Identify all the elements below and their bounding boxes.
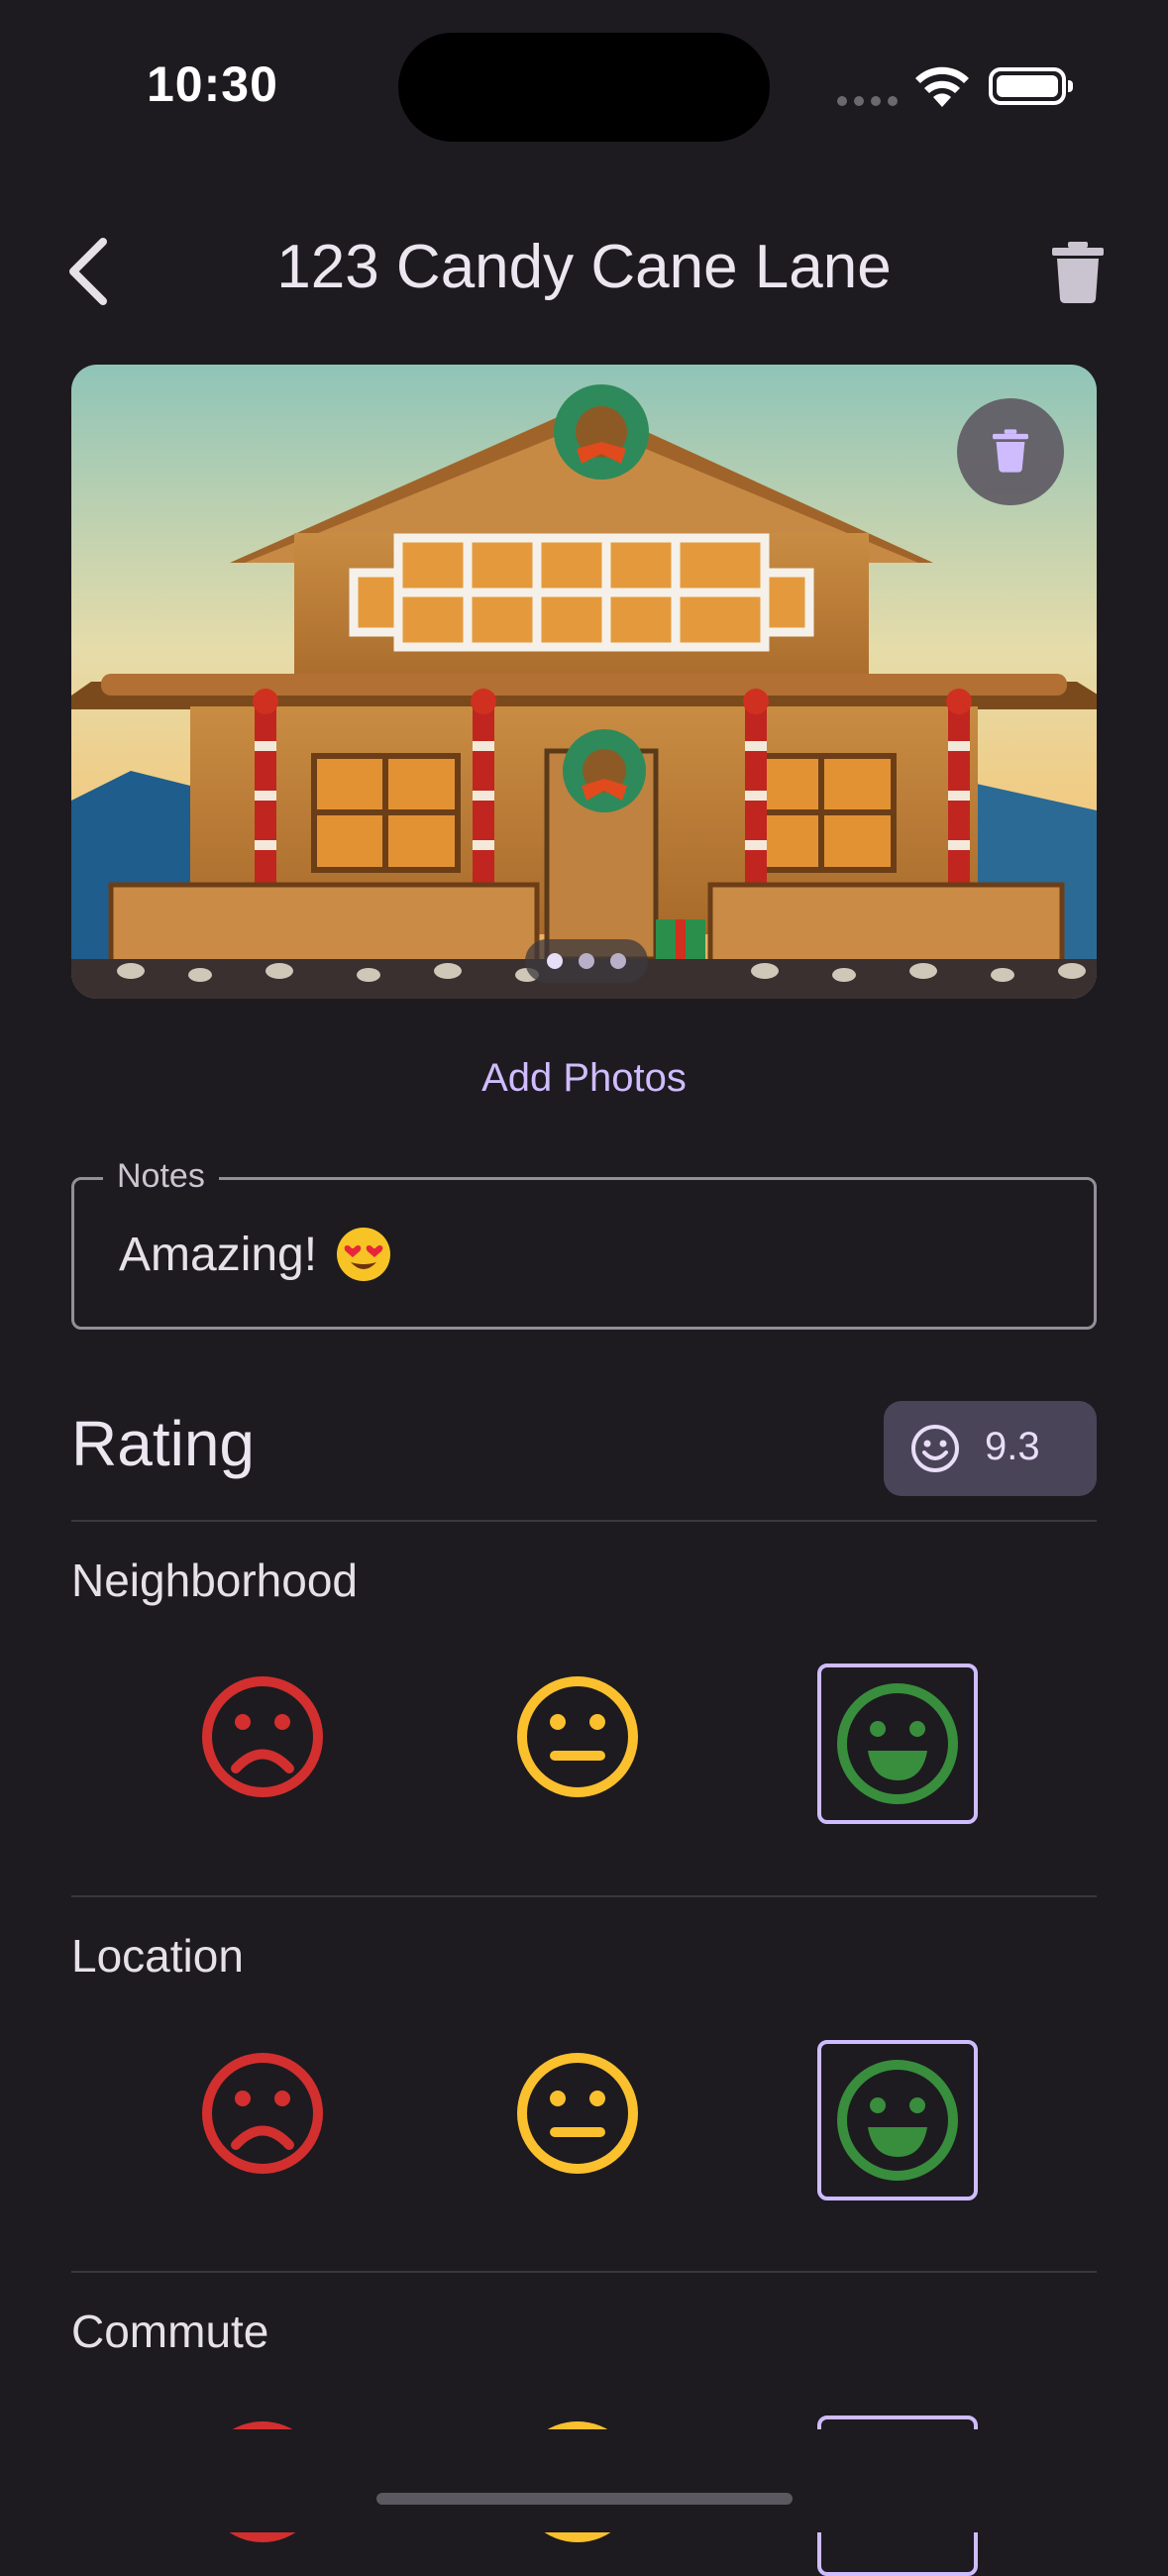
rating-heading: Rating	[71, 1408, 255, 1479]
category-label-location: Location	[71, 1930, 244, 1982]
neutral-face-icon[interactable]	[513, 2049, 642, 2178]
sad-face-icon[interactable]	[198, 2049, 327, 2178]
dynamic-island	[398, 33, 770, 142]
happy-face-icon	[837, 2060, 958, 2181]
divider	[71, 1520, 1097, 1522]
neutral-face-icon[interactable]	[513, 1672, 642, 1801]
battery-icon	[989, 67, 1073, 105]
divider	[71, 2271, 1097, 2273]
page-dot	[610, 953, 626, 969]
page-dot	[579, 953, 594, 969]
delete-photo-button[interactable]	[957, 398, 1064, 505]
notes-label: Notes	[103, 1157, 219, 1196]
sad-face-icon[interactable]	[198, 1672, 327, 1801]
notes-input-value[interactable]: Amazing!	[119, 1227, 391, 1282]
page-dot-active	[547, 953, 563, 969]
photo-page-indicator	[525, 939, 648, 983]
trash-icon	[993, 429, 1028, 473]
house-photo[interactable]	[71, 365, 1097, 999]
divider	[71, 1895, 1097, 1897]
add-photos-button[interactable]: Add Photos	[0, 1056, 1168, 1101]
delete-house-trash-icon[interactable]	[1052, 242, 1104, 303]
heart-eyes-emoji-icon	[337, 1228, 391, 1281]
home-indicator[interactable]	[376, 2493, 793, 2505]
happy-face-icon	[837, 1683, 958, 1804]
cellular-signal-icon	[837, 93, 904, 111]
smiley-icon	[911, 1425, 959, 1472]
happy-face-selected[interactable]	[817, 2040, 978, 2200]
back-arrow-icon[interactable]	[61, 236, 117, 307]
rating-score-value: 9.3	[985, 1425, 1040, 1468]
happy-face-selected[interactable]	[817, 1664, 978, 1824]
category-label-neighborhood: Neighborhood	[71, 1555, 359, 1606]
page-title: 123 Candy Cane Lane	[276, 233, 892, 301]
wifi-icon	[915, 66, 969, 107]
bottom-safe-area	[0, 2429, 1168, 2532]
category-label-commute: Commute	[71, 2306, 269, 2357]
notes-text: Amazing!	[119, 1229, 318, 1281]
status-time: 10:30	[147, 56, 278, 112]
